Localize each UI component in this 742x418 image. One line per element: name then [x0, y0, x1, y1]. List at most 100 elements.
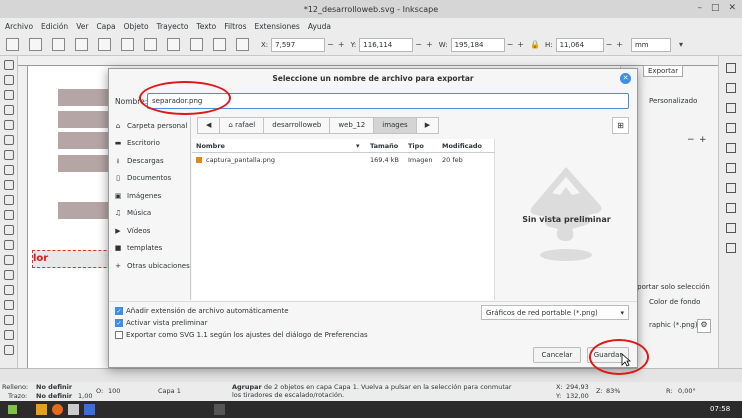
vertical-ruler[interactable]: [18, 66, 28, 368]
stroke-value[interactable]: No definir: [36, 392, 72, 400]
checkbox-unchecked-icon[interactable]: [115, 331, 123, 339]
col-type[interactable]: Tipo: [408, 142, 424, 150]
col-size[interactable]: Tamaño: [370, 142, 398, 150]
text-tool-icon[interactable]: [3, 240, 14, 250]
spiral-tool-icon[interactable]: [3, 180, 14, 190]
custom-option[interactable]: Personalizado: [649, 97, 697, 105]
checkbox-checked-icon[interactable]: ✓: [115, 307, 123, 315]
menu-filtros[interactable]: Filtros: [224, 22, 246, 31]
option-svg11[interactable]: Exportar como SVG 1.1 según los ajustes …: [115, 331, 368, 339]
horizontal-ruler[interactable]: [18, 56, 718, 66]
star-tool-icon[interactable]: [3, 165, 14, 175]
place-pictures[interactable]: ▣ Imágenes: [109, 187, 190, 205]
deselect-icon[interactable]: [52, 38, 65, 51]
checkbox-checked-icon[interactable]: ✓: [115, 319, 123, 327]
flip-h-icon[interactable]: [121, 38, 134, 51]
new-folder-icon[interactable]: ⊞: [612, 117, 629, 134]
menu-edicion[interactable]: Edición: [41, 22, 68, 31]
lower-icon[interactable]: [213, 38, 226, 51]
mesh-tool-icon[interactable]: [3, 315, 14, 325]
place-music[interactable]: ♫ Música: [109, 205, 190, 223]
crumb-web12[interactable]: web_12: [329, 117, 375, 134]
ellipse-tool-icon[interactable]: [3, 150, 14, 160]
cut-icon[interactable]: [725, 183, 736, 193]
unit-select[interactable]: mm: [630, 37, 671, 52]
zoom-value[interactable]: 83%: [606, 387, 620, 395]
redo-icon[interactable]: [725, 163, 736, 173]
new-doc-icon[interactable]: [725, 63, 736, 73]
y-field[interactable]: 116,114: [359, 37, 414, 52]
selector-tool-icon[interactable]: [3, 60, 14, 70]
panel-plus-icon[interactable]: +: [699, 135, 707, 145]
export-selection-only-label[interactable]: xportar solo selección: [633, 283, 710, 291]
flip-v-icon[interactable]: [144, 38, 157, 51]
inkscape-taskbar-icon[interactable]: [214, 404, 225, 415]
vscode-icon[interactable]: [84, 404, 95, 415]
panel-minus-icon[interactable]: −: [687, 135, 695, 145]
x-minus-icon[interactable]: −: [327, 40, 334, 49]
raise-icon[interactable]: [190, 38, 203, 51]
option-preview[interactable]: ✓ Activar vista preliminar: [115, 319, 207, 327]
spray-tool-icon[interactable]: [3, 255, 14, 265]
raise-top-icon[interactable]: [167, 38, 180, 51]
app-icon-3[interactable]: [68, 404, 79, 415]
place-other[interactable]: + Otras ubicaciones: [109, 257, 190, 275]
w-minus-icon[interactable]: −: [507, 40, 514, 49]
place-templates[interactable]: ■ templates: [109, 240, 190, 258]
place-documents[interactable]: ▯ Documentos: [109, 170, 190, 188]
w-field[interactable]: 195,184: [450, 37, 505, 52]
crumb-images[interactable]: images: [373, 117, 417, 134]
y-plus-icon[interactable]: +: [426, 40, 433, 49]
lower-bottom-icon[interactable]: [236, 38, 249, 51]
h-minus-icon[interactable]: −: [606, 40, 613, 49]
menu-archivo[interactable]: Archivo: [5, 22, 33, 31]
start-menu-icon[interactable]: [8, 405, 17, 414]
stroke-width[interactable]: 1,00: [78, 392, 92, 400]
maximize-icon[interactable]: □: [711, 3, 720, 13]
copy-icon[interactable]: [725, 203, 736, 213]
gradient-tool-icon[interactable]: [3, 300, 14, 310]
files-icon[interactable]: [36, 404, 47, 415]
close-icon[interactable]: ✕: [620, 73, 631, 84]
w-plus-icon[interactable]: +: [517, 40, 524, 49]
rotation-value[interactable]: 0,00°: [678, 387, 696, 395]
crumb-desarrolloweb[interactable]: desarrolloweb: [263, 117, 331, 134]
zoom-fit-icon[interactable]: [725, 243, 736, 253]
menu-ayuda[interactable]: Ayuda: [308, 22, 331, 31]
table-row[interactable]: captura_pantalla.png 169,4 kB Imagen 20 …: [192, 154, 495, 166]
menu-texto[interactable]: Texto: [196, 22, 216, 31]
menu-capa[interactable]: Capa: [96, 22, 115, 31]
cancel-button[interactable]: Cancelar: [533, 347, 581, 363]
menu-extensiones[interactable]: Extensiones: [254, 22, 299, 31]
pencil-tool-icon[interactable]: [3, 195, 14, 205]
export-tab[interactable]: Exportar: [643, 65, 684, 77]
import-icon[interactable]: [725, 123, 736, 133]
x-field[interactable]: 7,597: [271, 37, 326, 52]
select-all-layers-icon[interactable]: [29, 38, 42, 51]
y-minus-icon[interactable]: −: [415, 40, 422, 49]
lock-icon[interactable]: 🔒: [530, 40, 540, 49]
col-name[interactable]: Nombre: [196, 142, 225, 150]
place-videos[interactable]: ▶ Vídeos: [109, 222, 190, 240]
rotate-ccw-icon[interactable]: [75, 38, 88, 51]
col-modified[interactable]: Modificado: [442, 142, 482, 150]
3dbox-tool-icon[interactable]: [3, 135, 14, 145]
crumb-rafael[interactable]: ⌂ rafael: [219, 117, 265, 134]
place-downloads[interactable]: ⭳ Descargas: [109, 152, 190, 170]
format-partial[interactable]: raphic (*.png): [649, 321, 698, 329]
opacity-value[interactable]: 100: [108, 387, 120, 395]
tweak-tool-icon[interactable]: [3, 90, 14, 100]
select-all-icon[interactable]: [6, 38, 19, 51]
paste-icon[interactable]: [725, 223, 736, 233]
connector-tool-icon[interactable]: [3, 345, 14, 355]
pen-tool-icon[interactable]: [3, 210, 14, 220]
place-desktop[interactable]: ▬ Escritorio: [109, 135, 190, 153]
crumb-forward-icon[interactable]: ▶: [415, 117, 440, 134]
chevron-down-icon[interactable]: ▾: [679, 40, 683, 49]
layer-selector[interactable]: Capa 1: [158, 387, 181, 395]
zoom-tool-icon[interactable]: [3, 105, 14, 115]
crumb-back-icon[interactable]: ◀: [197, 117, 221, 134]
menu-trayecto[interactable]: Trayecto: [157, 22, 189, 31]
minimize-icon[interactable]: –: [697, 3, 702, 13]
close-window-icon[interactable]: ✕: [728, 3, 736, 13]
